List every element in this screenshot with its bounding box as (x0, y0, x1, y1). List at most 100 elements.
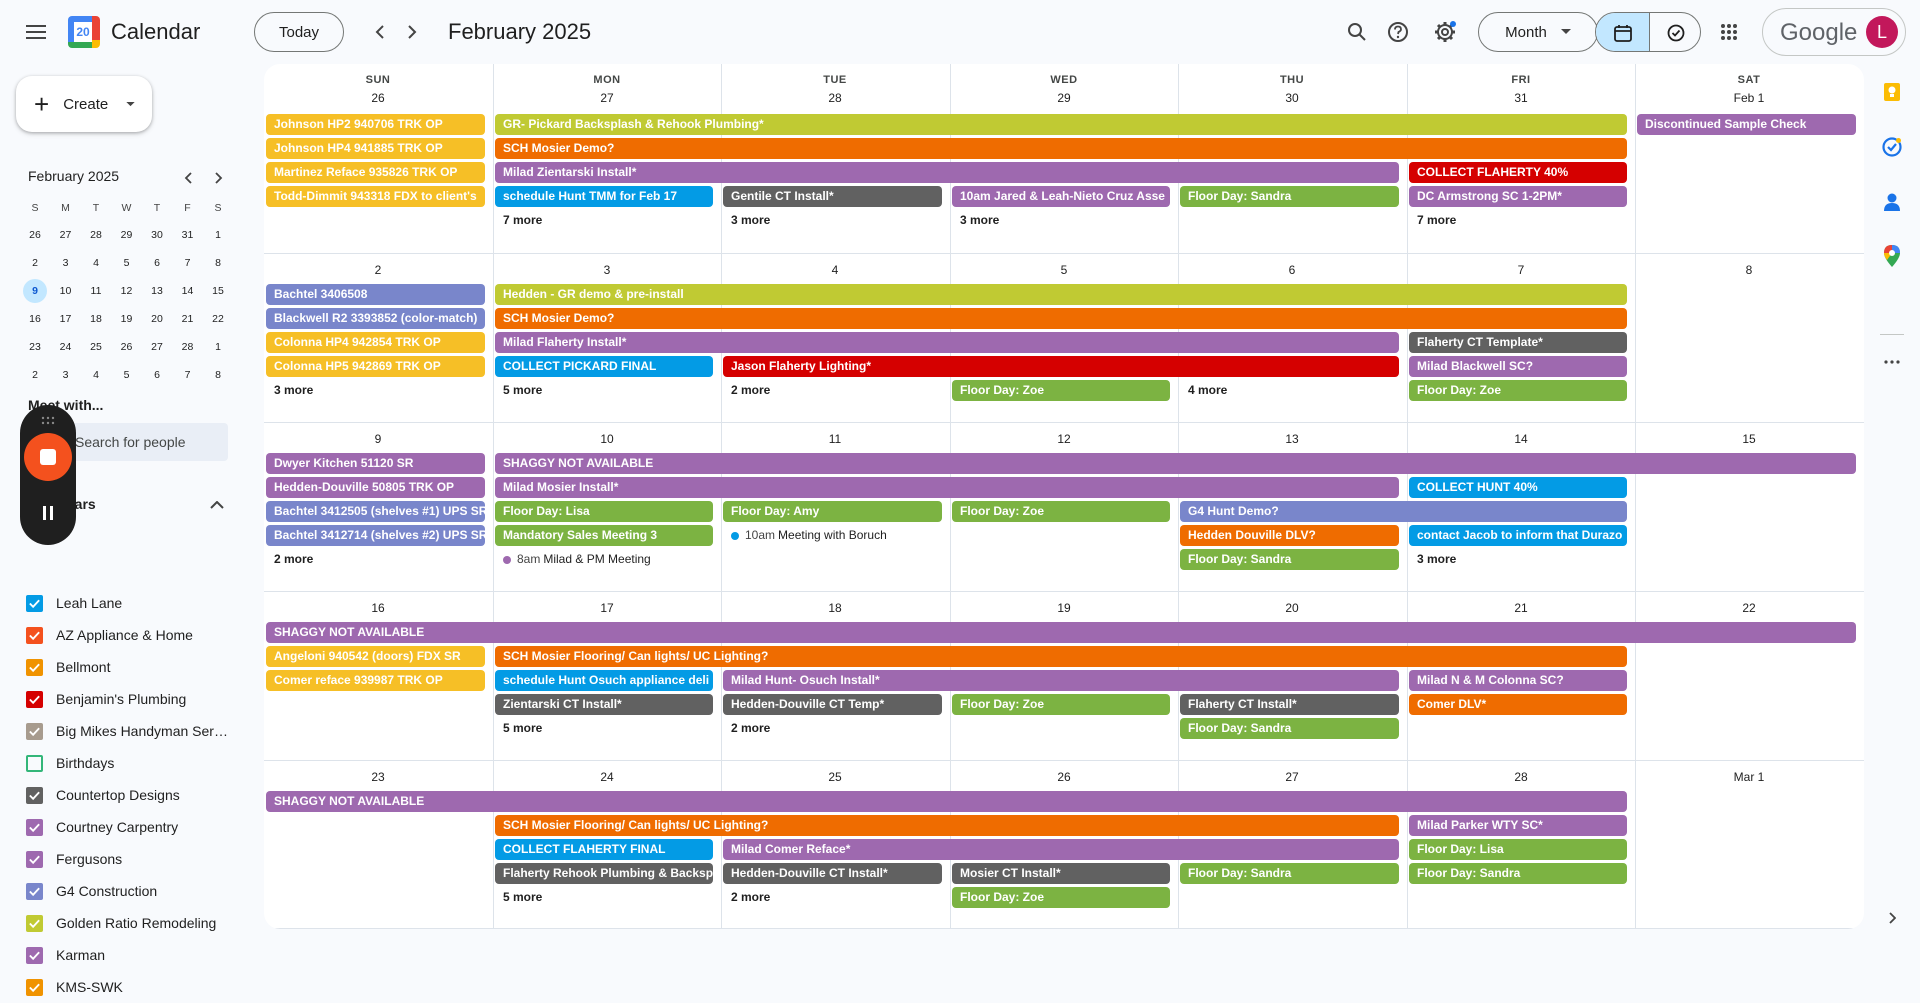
drag-handle-icon[interactable] (40, 413, 56, 425)
checkbox-checked-icon[interactable] (26, 818, 43, 836)
event-chip[interactable]: Floor Day: Amy (723, 501, 942, 522)
mini-day[interactable]: 18 (84, 307, 108, 331)
timed-event[interactable]: 10am Meeting with Boruch (723, 525, 887, 546)
event-chip[interactable]: Flaherty CT Template* (1409, 332, 1627, 353)
mini-day[interactable]: 4 (84, 363, 108, 387)
mini-day[interactable]: 3 (54, 363, 78, 387)
mini-day[interactable]: 30 (145, 223, 169, 247)
event-chip[interactable]: Martinez Reface 935826 TRK OP (266, 162, 485, 183)
search-icon[interactable] (1337, 12, 1377, 52)
calendar-item[interactable]: Benjamin's Plumbing (26, 683, 236, 715)
checkbox-checked-icon[interactable] (26, 626, 43, 644)
event-chip[interactable]: Discontinued Sample Check (1637, 114, 1856, 135)
checkbox-checked-icon[interactable] (26, 882, 43, 900)
event-chip[interactable]: Hedden-Douville 50805 TRK OP (266, 477, 485, 498)
event-chip[interactable]: SCH Mosier Flooring/ Can lights/ UC Ligh… (495, 815, 1399, 836)
mini-day[interactable]: 6 (145, 363, 169, 387)
day-number[interactable]: 9 (264, 432, 492, 446)
day-number[interactable]: 2 (264, 263, 492, 277)
event-chip[interactable]: Gentile CT Install* (723, 186, 942, 207)
event-chip[interactable]: Flaherty Rehook Plumbing & Backsp (495, 863, 713, 884)
timed-event[interactable]: 8am Milad & PM Meeting (495, 549, 651, 570)
calendar-item[interactable]: Leah Lane (26, 587, 236, 619)
mini-day[interactable]: 23 (23, 335, 47, 359)
main-menu-icon[interactable] (16, 12, 56, 52)
day-number[interactable]: 20 (1178, 601, 1406, 615)
event-chip[interactable]: Milad Parker WTY SC* (1409, 815, 1627, 836)
mini-day[interactable]: 16 (23, 307, 47, 331)
checkbox-checked-icon[interactable] (26, 690, 43, 708)
mini-day[interactable]: 8 (206, 251, 230, 275)
event-chip[interactable]: Mosier CT Install* (952, 863, 1170, 884)
mini-day[interactable]: 31 (176, 223, 200, 247)
checkbox-checked-icon[interactable] (26, 722, 43, 740)
event-chip[interactable]: Floor Day: Lisa (495, 501, 713, 522)
day-number[interactable]: 24 (493, 770, 721, 784)
expand-panel-icon[interactable] (1878, 904, 1906, 932)
mini-day[interactable]: 27 (145, 335, 169, 359)
stop-recording-button[interactable] (24, 433, 72, 481)
day-number[interactable]: 27 (493, 91, 721, 105)
mini-day[interactable]: 5 (115, 251, 139, 275)
more-events-link[interactable]: 5 more (495, 718, 542, 739)
event-chip[interactable]: schedule Hunt TMM for Feb 17 (495, 186, 713, 207)
mini-day[interactable]: 20 (145, 307, 169, 331)
day-number[interactable]: Mar 1 (1635, 770, 1863, 784)
checkbox-checked-icon[interactable] (26, 914, 43, 932)
event-chip[interactable]: contact Jacob to inform that Durazo (1409, 525, 1627, 546)
mini-day[interactable]: 14 (176, 279, 200, 303)
more-events-link[interactable]: 4 more (1180, 380, 1227, 401)
mini-day[interactable]: 22 (206, 307, 230, 331)
event-chip[interactable]: SCH Mosier Demo? (495, 138, 1627, 159)
day-number[interactable]: 30 (1178, 91, 1406, 105)
day-number[interactable]: 6 (1178, 263, 1406, 277)
pause-icon[interactable] (38, 503, 58, 523)
calendar-item[interactable]: Golden Ratio Remodeling (26, 907, 236, 939)
more-events-link[interactable]: 7 more (495, 210, 542, 231)
event-chip[interactable]: Angeloni 940542 (doors) FDX SR (266, 646, 485, 667)
day-number[interactable]: 10 (493, 432, 721, 446)
more-events-link[interactable]: 2 more (723, 887, 770, 908)
day-number[interactable]: 8 (1635, 263, 1863, 277)
today-button[interactable]: Today (254, 12, 344, 52)
event-chip[interactable]: Comer reface 939987 TRK OP (266, 670, 485, 691)
checkbox-checked-icon[interactable] (26, 850, 43, 868)
mini-day[interactable]: 2 (23, 251, 47, 275)
event-chip[interactable]: DC Armstrong SC 1-2PM* (1409, 186, 1627, 207)
mini-day[interactable]: 26 (23, 223, 47, 247)
day-number[interactable]: 7 (1407, 263, 1635, 277)
event-chip[interactable]: Zientarski CT Install* (495, 694, 713, 715)
day-number[interactable]: 11 (721, 432, 949, 446)
event-chip[interactable]: Floor Day: Zoe (952, 501, 1170, 522)
day-number[interactable]: 18 (721, 601, 949, 615)
mini-day[interactable]: 24 (54, 335, 78, 359)
mini-day[interactable]: 26 (115, 335, 139, 359)
mini-day[interactable]: 10 (54, 279, 78, 303)
checkbox-unchecked-icon[interactable] (26, 754, 43, 772)
event-chip[interactable]: Floor Day: Zoe (952, 380, 1170, 401)
mini-day[interactable]: 8 (206, 363, 230, 387)
event-chip[interactable]: Johnson HP2 940706 TRK OP (266, 114, 485, 135)
checkbox-checked-icon[interactable] (26, 978, 43, 996)
event-chip[interactable]: Floor Day: Sandra (1180, 549, 1399, 570)
calendar-item[interactable]: Bellmont (26, 651, 236, 683)
day-number[interactable]: 29 (950, 91, 1178, 105)
event-chip[interactable]: SHAGGY NOT AVAILABLE (266, 622, 1856, 643)
day-number[interactable]: 22 (1635, 601, 1863, 615)
event-chip[interactable]: COLLECT FLAHERTY FINAL (495, 839, 713, 860)
mini-day[interactable]: 19 (115, 307, 139, 331)
day-number[interactable]: 28 (1407, 770, 1635, 784)
event-chip[interactable]: Bachtel 3412505 (shelves #1) UPS SR (266, 501, 485, 522)
checkbox-checked-icon[interactable] (26, 786, 43, 804)
more-events-link[interactable]: 7 more (1409, 210, 1456, 231)
account-switcher[interactable]: Google L (1762, 8, 1906, 56)
calendar-item[interactable]: Fergusons (26, 843, 236, 875)
mini-day[interactable]: 12 (115, 279, 139, 303)
day-number[interactable]: 5 (950, 263, 1178, 277)
event-chip[interactable]: SHAGGY NOT AVAILABLE (266, 791, 1627, 812)
mini-day[interactable]: 2 (23, 363, 47, 387)
mini-day[interactable]: 29 (115, 223, 139, 247)
day-number[interactable]: 31 (1407, 91, 1635, 105)
event-chip[interactable]: Dwyer Kitchen 51120 SR (266, 453, 485, 474)
app-title[interactable]: Calendar (111, 19, 200, 45)
